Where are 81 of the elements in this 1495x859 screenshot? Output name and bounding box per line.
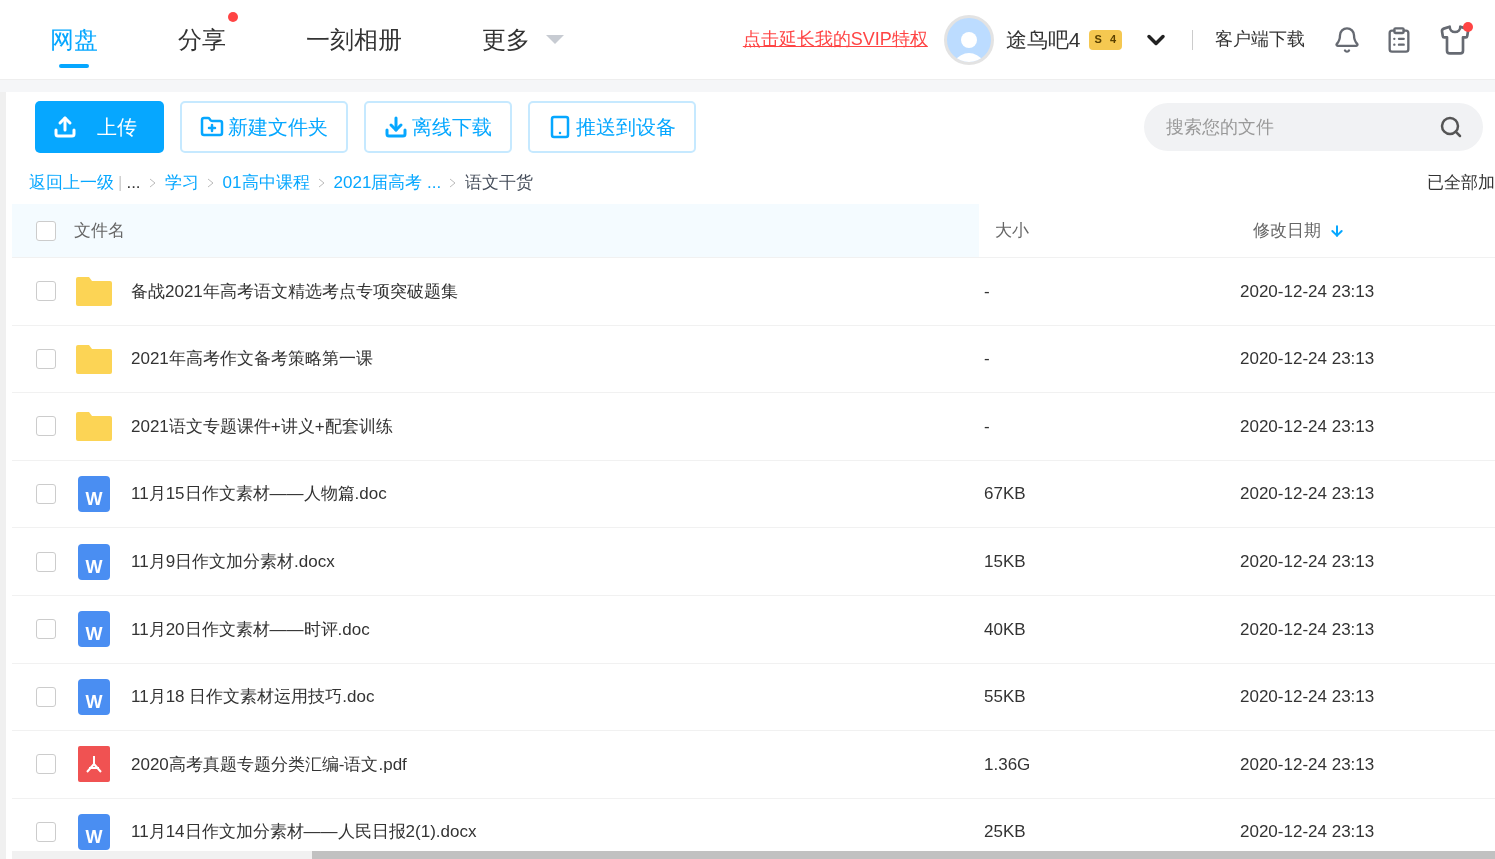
modified-date: 2020-12-24 23:13 [1239, 686, 1376, 709]
chevron-right-icon [206, 178, 215, 188]
chevron-right-icon [148, 178, 157, 188]
pdf-file-icon [78, 746, 110, 783]
file-row[interactable]: 2021年高考作文备考策略第一课 - 2020-12-24 23:13 [12, 325, 1495, 394]
modified-date: 2020-12-24 23:13 [1239, 821, 1376, 844]
file-size: - [983, 280, 991, 303]
file-size: 67KB [983, 483, 1027, 506]
load-status: 已全部加 [1427, 172, 1495, 195]
file-row[interactable]: W 11月20日作文素材——时评.doc 40KB 2020-12-24 23:13 [12, 595, 1495, 664]
file-size: 15KB [983, 550, 1027, 573]
search-field[interactable]: 搜索您的文件 [1144, 103, 1483, 151]
chevron-right-icon [449, 178, 458, 188]
upload-icon [53, 115, 77, 139]
file-name[interactable]: 11月15日作文素材——人物篇.doc [131, 481, 387, 507]
row-checkbox[interactable] [36, 281, 56, 302]
file-name[interactable]: 备战2021年高考语文精选考点专项突破题集 [131, 278, 458, 305]
nav-tab[interactable]: 一刻相册 [306, 0, 402, 80]
file-size: 1.36G [983, 753, 1032, 776]
row-checkbox[interactable] [36, 822, 56, 843]
file-name[interactable]: 11月20日作文素材——时评.doc [131, 616, 370, 642]
caret-icon [546, 34, 564, 45]
file-row[interactable]: W 11月18 日作文素材运用技巧.doc 55KB 2020-12-24 23:13 [12, 663, 1495, 732]
row-checkbox[interactable] [36, 619, 56, 640]
file-name[interactable]: 11月18 日作文素材运用技巧.doc [131, 684, 375, 710]
chevron-right-icon [317, 178, 326, 188]
vip-badge: S 4 [1088, 29, 1122, 50]
word-file-icon: W [78, 678, 110, 715]
nav-tab[interactable]: 分享 [178, 0, 238, 80]
modified-date: 2020-12-24 23:13 [1239, 550, 1376, 573]
horizontal-scrollbar[interactable] [12, 851, 1495, 859]
modified-date: 2020-12-24 23:13 [1239, 753, 1376, 776]
shirt-icon [1439, 23, 1471, 56]
search-icon[interactable] [1439, 115, 1463, 139]
nav-tab[interactable]: 更多 [482, 0, 564, 80]
date-column-header[interactable]: 修改日期 [1237, 204, 1495, 257]
word-file-icon: W [78, 476, 110, 513]
file-row[interactable]: 备战2021年高考语文精选考点专项突破题集 - 2020-12-24 23:13 [12, 258, 1495, 326]
breadcrumb-current: 语文干货 [465, 172, 534, 195]
breadcrumb-separator: | [118, 172, 123, 195]
folder-icon [74, 275, 114, 308]
file-row[interactable]: W 11月15日作文素材——人物篇.doc 67KB 2020-12-24 23:13 [12, 460, 1495, 529]
file-name[interactable]: 2020高考真题专题分类汇编-语文.pdf [131, 751, 407, 778]
file-size: - [983, 348, 991, 371]
word-file-icon: W [78, 611, 110, 648]
modified-date: 2020-12-24 23:13 [1239, 618, 1376, 641]
file-size: - [983, 415, 991, 438]
modified-date: 2020-12-24 23:13 [1239, 415, 1376, 438]
modified-date: 2020-12-24 23:13 [1239, 483, 1376, 506]
row-checkbox[interactable] [36, 551, 56, 572]
file-name[interactable]: 2021年高考作文备考策略第一课 [131, 346, 373, 372]
download-icon [384, 115, 408, 139]
file-row[interactable]: 2020高考真题专题分类汇编-语文.pdf 1.36G 2020-12-24 23:13 [12, 731, 1495, 799]
file-name[interactable]: 11月14日作文加分素材——人民日报2(1).docx [131, 819, 477, 845]
select-all-checkbox[interactable] [36, 220, 56, 241]
row-checkbox[interactable] [36, 416, 56, 437]
file-size: 25KB [983, 821, 1027, 844]
word-file-icon: W [78, 814, 110, 851]
client-download-link[interactable]: 客户端下载 [1215, 26, 1305, 53]
username[interactable]: 途鸟吧4 [1005, 23, 1081, 56]
bell-icon[interactable] [1333, 25, 1361, 54]
size-column-header[interactable]: 大小 [979, 204, 1237, 257]
modified-date: 2020-12-24 23:13 [1239, 280, 1376, 303]
device-icon [548, 115, 572, 139]
row-checkbox[interactable] [36, 348, 56, 369]
file-name[interactable]: 11月9日作文加分素材.docx [131, 548, 335, 575]
name-column-header[interactable]: 文件名 [12, 204, 979, 257]
file-name[interactable]: 2021语文专题课件+讲义+配套训练 [131, 413, 393, 440]
word-file-icon: W [78, 543, 110, 580]
file-size: 40KB [983, 618, 1027, 641]
folder-icon [74, 342, 114, 375]
file-row[interactable]: 2021语文专题课件+讲义+配套训练 - 2020-12-24 23:13 [12, 393, 1495, 461]
file-size: 55KB [983, 686, 1027, 709]
row-checkbox[interactable] [36, 754, 56, 775]
folder-icon [74, 410, 114, 443]
modified-date: 2020-12-24 23:13 [1239, 348, 1376, 371]
file-row[interactable]: W 11月9日作文加分素材.docx 15KB 2020-12-24 23:13 [12, 528, 1495, 596]
row-checkbox[interactable] [36, 686, 56, 707]
breadcrumb-link[interactable]: ... [126, 170, 141, 196]
row-checkbox[interactable] [36, 484, 56, 505]
folder-plus-icon [200, 115, 224, 139]
